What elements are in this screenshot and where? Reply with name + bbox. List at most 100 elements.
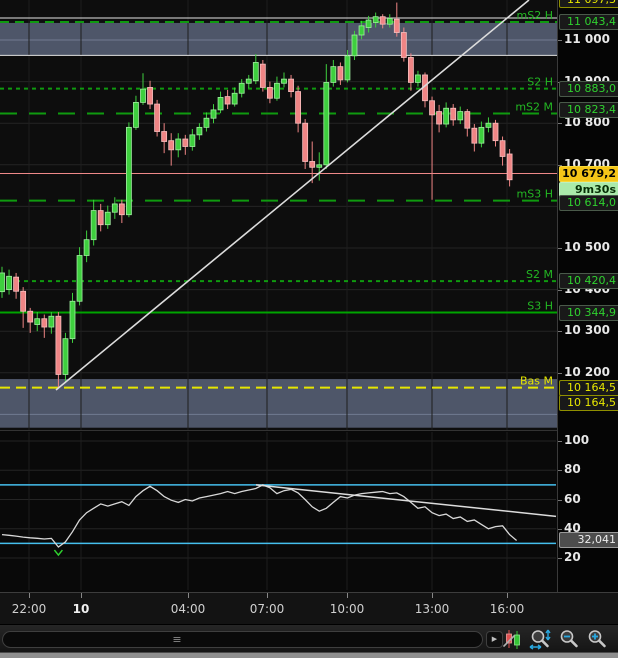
candle-body (104, 211, 111, 226)
candle-body (464, 111, 471, 129)
level-price-tag: 11 043,4 (559, 14, 618, 30)
candle-body (231, 92, 238, 105)
candle-body (274, 82, 280, 99)
green-body (514, 634, 520, 646)
magnifier-glyph (560, 630, 578, 648)
time-tick-mark (347, 593, 348, 598)
time-tick-mark (29, 593, 30, 598)
candle-body (147, 87, 153, 105)
horizontal-scrollbar[interactable]: ≡ (2, 631, 483, 648)
price-chart-canvas[interactable]: mS2 H S2 H mS2 M mS3 H S2 M S3 H Bas M (0, 0, 557, 430)
handle (597, 639, 606, 648)
candle-body (337, 66, 344, 81)
candle-body (372, 16, 379, 23)
level-price-tag: 10 420,4 (559, 273, 618, 290)
level-price-tag: 11 097,3 (559, 0, 618, 8)
candle-body (407, 57, 414, 83)
pivot-zone-band (0, 379, 557, 428)
candle-body (365, 19, 372, 28)
time-label: 10:00 (329, 602, 365, 616)
level-price-tag: 10 164,5 (559, 394, 618, 411)
time-label: 22:00 (11, 602, 47, 616)
candlestick-glyph (503, 630, 520, 649)
zoom-in-icon[interactable] (585, 628, 609, 651)
axis-price-label: 10 300 (564, 323, 610, 338)
candle-body (76, 255, 83, 302)
level-price-tag: 10 164,5 (559, 379, 618, 396)
candle-body (41, 318, 48, 328)
pivot-level-label: mS2 M (515, 100, 553, 113)
indicator-panel-canvas[interactable] (0, 430, 557, 592)
axis-price-label: 100 (564, 433, 590, 447)
candle-body (6, 275, 12, 290)
candle-body (450, 107, 457, 121)
candle-body (210, 109, 217, 119)
axis-price-label: 10 500 (564, 240, 610, 254)
axis-tick-mark (558, 372, 562, 374)
level-price-tag: 10 344,9 (559, 304, 618, 321)
axis-tick-mark (558, 40, 562, 41)
candle (259, 59, 266, 92)
candle-body (281, 78, 287, 84)
candle-body (154, 103, 161, 132)
candle-body (393, 18, 400, 33)
candle-body (288, 78, 294, 92)
candle-body (175, 138, 182, 151)
chart-style-candlestick-icon[interactable] (501, 628, 525, 651)
candle-body (478, 126, 485, 144)
candle-body (133, 102, 139, 128)
axis-price-label: 11 000 (564, 32, 610, 46)
current-price-tag: 10 679,2 (559, 165, 618, 182)
candle-body (245, 78, 252, 84)
axis-tick-mark (558, 123, 562, 125)
candle-body (400, 32, 407, 58)
candle-body (224, 96, 231, 105)
axis-price-label: 80 (564, 462, 581, 477)
axis-tick-mark (558, 248, 562, 249)
candle (126, 122, 132, 218)
candle-body (316, 164, 323, 168)
candle-body (48, 315, 55, 328)
axis-price-label: 10 200 (564, 364, 610, 379)
candle-body (34, 318, 41, 325)
pivot-level-label: Bas M (520, 375, 553, 388)
axis-tick-mark (558, 470, 562, 472)
v-arrows (545, 629, 551, 641)
candle-body (55, 315, 62, 375)
candle (154, 99, 161, 137)
scrollbar-grip[interactable]: ≡ (168, 634, 186, 645)
candle-body (436, 111, 443, 125)
axis-price-label: 20 (564, 550, 581, 564)
time-label: 16:00 (489, 602, 525, 616)
time-label: 13:00 (414, 602, 450, 616)
time-axis[interactable]: 22:00 10 04:00 07:00 10:00 13:00 16:00 (0, 592, 618, 624)
candle-body (189, 134, 196, 147)
candle-body (499, 140, 506, 157)
axis-tick-mark (558, 441, 562, 442)
time-tick-mark (507, 593, 508, 598)
candle-body (351, 34, 358, 57)
indicator-background (0, 430, 557, 592)
candle-body (62, 338, 69, 375)
candle-body (330, 66, 337, 83)
candle-body (506, 153, 513, 181)
magnifier-glyph (529, 629, 551, 650)
candle-body (457, 111, 464, 121)
zoom-out-icon[interactable] (557, 628, 581, 651)
axis-tick-mark (558, 331, 562, 333)
time-tick-mark (81, 593, 82, 598)
candle-body (111, 203, 118, 213)
candle-body (217, 97, 224, 111)
candle-body (20, 290, 27, 312)
level-price-tag: 10 883,0 (559, 80, 618, 97)
pivot-zone-band (0, 22, 557, 56)
handle (569, 639, 578, 648)
price-axis[interactable]: 11 00010 90010 80010 70010 50010 40010 3… (557, 0, 618, 592)
candle-body (471, 127, 478, 144)
zoom-fit-icon[interactable] (528, 628, 552, 651)
candle-body (27, 310, 34, 323)
candle-body (83, 239, 90, 256)
window-bottom-edge (0, 652, 618, 658)
candle-body (443, 107, 450, 125)
candle-body (415, 74, 421, 83)
